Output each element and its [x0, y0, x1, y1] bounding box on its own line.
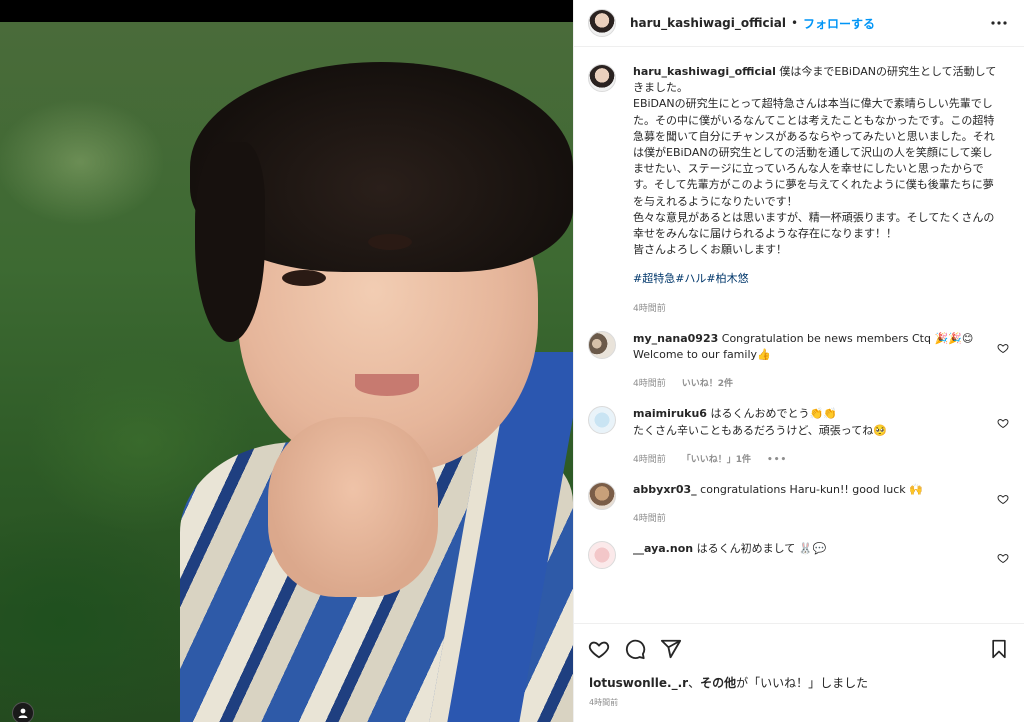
- post-header: haru_kashiwagi_official • フォローする: [574, 0, 1024, 47]
- comment-meta: 4時間前 「いいね！」1件 •••: [633, 452, 998, 468]
- liked-by-user[interactable]: lotuswonlle._.r: [589, 676, 688, 690]
- comment-content: my_nana0923 Congratulation be news membe…: [633, 331, 998, 393]
- comment-content: __aya.non はるくん初めまして 🐰💬: [633, 541, 998, 557]
- liked-by-text: lotuswonlle._.r、その他が「いいね！」しました: [589, 674, 868, 691]
- caption-hashtags[interactable]: #超特急#ハル#柏木悠: [633, 271, 998, 287]
- comment-item: abbyxr03_ congratulations Haru-kun!! goo…: [588, 482, 1011, 527]
- comment-meta: 4時間前: [633, 511, 998, 527]
- liked-by-suffix: が「いいね！」しました: [736, 676, 869, 690]
- comment-content: abbyxr03_ congratulations Haru-kun!! goo…: [633, 482, 998, 527]
- photo-eye-right: [368, 234, 412, 250]
- caption-text: 僕は今までEBiDANの研究生として活動してきました。 EBiDANの研究生にと…: [633, 65, 997, 257]
- comment-icon[interactable]: [622, 636, 648, 662]
- comment-emoji-line2: 👍: [757, 348, 771, 362]
- more-options-icon[interactable]: [987, 12, 1011, 34]
- comment-emoji: 🎉🎉😊: [934, 331, 974, 345]
- photo-top-bar: [0, 0, 573, 22]
- comment-item: __aya.non はるくん初めまして 🐰💬: [588, 541, 1011, 570]
- comment-username[interactable]: maimiruku6: [633, 407, 707, 420]
- comment-emoji: 🙌: [909, 483, 923, 497]
- caption-username[interactable]: haru_kashiwagi_official: [633, 65, 776, 78]
- comment-username[interactable]: my_nana0923: [633, 332, 718, 345]
- comment-avatar[interactable]: [588, 406, 616, 435]
- send-icon[interactable]: [658, 636, 684, 662]
- comments-scroll-area[interactable]: haru_kashiwagi_official 僕は今までEBiDANの研究生と…: [574, 48, 1024, 623]
- liked-by-others[interactable]: その他: [700, 676, 736, 690]
- comment-like-heart-icon[interactable]: [997, 414, 1009, 429]
- comment-avatar[interactable]: [588, 330, 616, 359]
- comment-like-heart-icon[interactable]: [997, 490, 1009, 505]
- comment-text-line2: Welcome to our family: [633, 348, 758, 362]
- comment-time[interactable]: 4時間前: [633, 452, 666, 468]
- comment-item: my_nana0923 Congratulation be news membe…: [588, 330, 1011, 393]
- caption-content: haru_kashiwagi_official 僕は今までEBiDANの研究生と…: [633, 64, 998, 317]
- comment-text: はるくんおめでとう: [706, 407, 810, 421]
- comment-item: maimiruku6 はるくんおめでとう👏👏 たくさん辛いこともあるだろうけど、…: [588, 406, 1011, 468]
- comment-meta: 4時間前 いいね！2件: [633, 376, 998, 392]
- header-separator: •: [790, 16, 799, 30]
- comment-avatar[interactable]: [588, 541, 616, 570]
- comment-like-heart-icon[interactable]: [997, 549, 1009, 564]
- post-photo-pane: [0, 0, 573, 722]
- comment-time[interactable]: 4時間前: [633, 376, 666, 392]
- comment-time[interactable]: 4時間前: [633, 511, 666, 527]
- post-photo[interactable]: [0, 22, 573, 722]
- liked-by-separator: 、: [688, 676, 701, 690]
- comment-likes[interactable]: 「いいね！」1件: [682, 452, 751, 468]
- caption-time[interactable]: 4時間前: [633, 301, 666, 317]
- comment-like-heart-icon[interactable]: [997, 339, 1009, 353]
- comment-more-icon[interactable]: •••: [767, 452, 787, 468]
- comment-text: congratulations Haru-kun!! good luck: [696, 483, 906, 497]
- photo-hand: [268, 417, 438, 597]
- photo-mouth: [355, 374, 419, 396]
- comment-likes[interactable]: いいね！2件: [682, 376, 733, 392]
- comment-emoji: 🐰💬: [798, 542, 827, 556]
- follow-button[interactable]: フォローする: [803, 15, 875, 32]
- caption-avatar[interactable]: [588, 64, 616, 92]
- caption-row: haru_kashiwagi_official 僕は今までEBiDANの研究生と…: [588, 64, 1011, 317]
- post-time[interactable]: 4時間前: [589, 697, 618, 708]
- bookmark-icon[interactable]: [986, 636, 1012, 662]
- photo-hair-side: [195, 142, 265, 342]
- comment-avatar[interactable]: [588, 482, 616, 511]
- post-actions-bar: lotuswonlle._.r、その他が「いいね！」しました 4時間前: [574, 623, 1024, 722]
- comment-username[interactable]: abbyxr03_: [633, 483, 697, 496]
- comment-content: maimiruku6 はるくんおめでとう👏👏 たくさん辛いこともあるだろうけど、…: [633, 406, 998, 468]
- comment-username[interactable]: __aya.non: [633, 542, 693, 555]
- author-username[interactable]: haru_kashiwagi_official: [630, 16, 786, 30]
- tagged-user-icon[interactable]: [12, 702, 34, 722]
- comment-emoji-line2: 🥺: [873, 423, 887, 437]
- heart-icon[interactable]: [586, 636, 612, 662]
- comment-text: Congratulation be news members Ctq: [718, 331, 931, 345]
- post-side-panel: haru_kashiwagi_official • フォローする haru_ka…: [573, 0, 1024, 722]
- photo-eye-left: [282, 270, 326, 286]
- comment-emoji: 👏👏: [809, 407, 837, 421]
- comment-text-line2: たくさん辛いこともあるだろうけど、頑張ってね: [633, 423, 874, 437]
- caption-meta: 4時間前: [633, 301, 998, 317]
- comment-text: はるくん初めまして: [693, 542, 796, 556]
- author-avatar[interactable]: [588, 9, 616, 37]
